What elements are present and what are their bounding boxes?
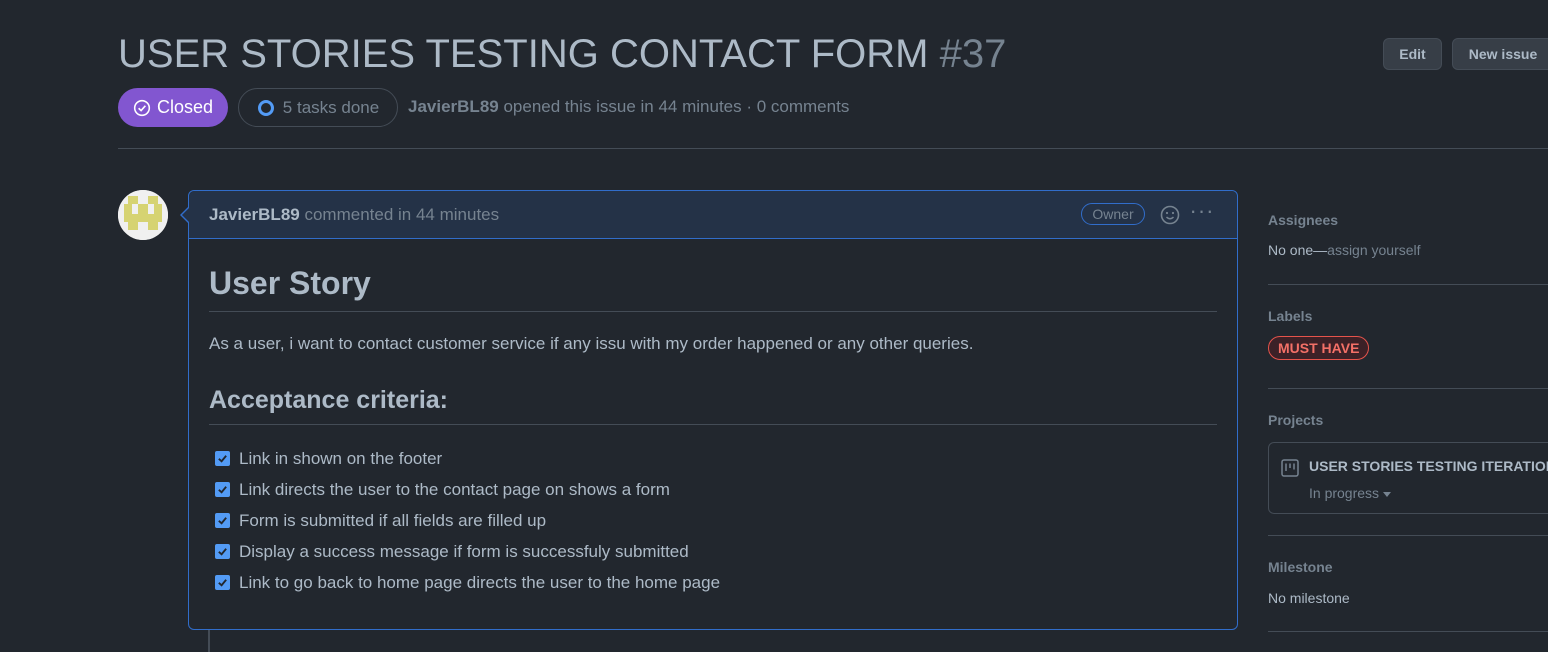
labels-title[interactable]: Labels bbox=[1268, 308, 1548, 324]
caret-down-icon bbox=[1383, 491, 1392, 497]
task-item: Link to go back to home page directs the… bbox=[209, 567, 1217, 598]
assign-yourself-link[interactable]: assign yourself bbox=[1327, 242, 1420, 258]
criteria-heading: Acceptance criteria: bbox=[209, 384, 1217, 425]
project-status: In progress bbox=[1309, 485, 1380, 501]
assignees-value: No one—assign yourself bbox=[1268, 242, 1548, 258]
smiley-icon[interactable] bbox=[1159, 204, 1181, 226]
check-icon bbox=[218, 548, 227, 556]
labels-section: Labels MUST HAVE bbox=[1268, 308, 1548, 360]
state-badge: Closed bbox=[118, 88, 228, 127]
identicon-icon bbox=[118, 190, 168, 240]
assignees-none: No one— bbox=[1268, 242, 1328, 258]
project-card[interactable]: USER STORIES TESTING ITERATION In progre… bbox=[1268, 442, 1548, 514]
owner-badge: Owner bbox=[1081, 203, 1145, 225]
comment-author-link[interactable]: JavierBL89 bbox=[209, 205, 300, 224]
comment-box: JavierBL89 commented in 44 minutes Owner… bbox=[188, 190, 1238, 630]
project-status-dropdown[interactable]: In progress bbox=[1309, 485, 1392, 501]
task-label: Display a success message if form is suc… bbox=[239, 541, 689, 561]
task-checkbox[interactable] bbox=[215, 575, 230, 590]
timeline-line bbox=[208, 630, 210, 652]
task-label: Link to go back to home page directs the… bbox=[239, 572, 721, 592]
comment-header: JavierBL89 commented in 44 minutes Owner… bbox=[189, 191, 1237, 239]
state-label: Closed bbox=[156, 97, 214, 117]
avatar[interactable] bbox=[118, 190, 168, 240]
issue-number: #37 bbox=[939, 32, 1007, 76]
sidebar-divider bbox=[1268, 284, 1548, 285]
issue-page: USER STORIES TESTING CONTACT FORM #37 Ed… bbox=[0, 0, 1548, 652]
issue-meta-text: opened this issue in 44 minutes · 0 comm… bbox=[503, 97, 850, 116]
issue-meta: JavierBL89 opened this issue in 44 minut… bbox=[408, 97, 849, 117]
labels-list: MUST HAVE bbox=[1268, 336, 1548, 360]
comment-meta-text: commented in 44 minutes bbox=[304, 205, 500, 224]
closed-check-icon bbox=[133, 99, 151, 116]
task-item: Link in shown on the footer bbox=[209, 443, 1217, 474]
task-item: Form is submitted if all fields are fill… bbox=[209, 505, 1217, 536]
task-checkbox[interactable] bbox=[215, 544, 230, 559]
task-checkbox[interactable] bbox=[215, 482, 230, 497]
task-item: Link directs the user to the contact pag… bbox=[209, 474, 1217, 505]
milestone-value: No milestone bbox=[1268, 590, 1350, 606]
task-label: Link in shown on the footer bbox=[239, 448, 443, 468]
task-checkbox[interactable] bbox=[215, 513, 230, 528]
comment-body: User Story As a user, i want to contact … bbox=[209, 239, 1217, 598]
issue-title: USER STORIES TESTING CONTACT FORM #37 bbox=[118, 30, 1006, 78]
comment-arrow-fill bbox=[182, 208, 189, 222]
story-text: As a user, i want to contact customer se… bbox=[209, 334, 974, 353]
edit-button[interactable]: Edit bbox=[1383, 38, 1442, 70]
tasks-label: 5 tasks done bbox=[282, 97, 380, 117]
progress-ring-icon bbox=[257, 99, 274, 116]
task-list: Link in shown on the footer Link directs… bbox=[209, 443, 1217, 598]
label-must-have[interactable]: MUST HAVE bbox=[1268, 336, 1370, 360]
assignees-title[interactable]: Assignees bbox=[1268, 212, 1548, 228]
check-icon bbox=[218, 517, 227, 525]
milestone-section: Milestone No milestone bbox=[1268, 559, 1548, 606]
check-icon bbox=[218, 579, 227, 587]
task-label: Link directs the user to the contact pag… bbox=[239, 479, 670, 499]
header-divider bbox=[118, 148, 1548, 149]
sidebar-divider bbox=[1268, 388, 1548, 389]
sidebar-divider bbox=[1268, 631, 1548, 632]
milestone-title[interactable]: Milestone bbox=[1268, 559, 1548, 575]
story-heading: User Story bbox=[209, 263, 1217, 312]
project-board-icon bbox=[1281, 459, 1299, 477]
project-name[interactable]: USER STORIES TESTING ITERATION bbox=[1309, 458, 1548, 474]
task-checkbox[interactable] bbox=[215, 451, 230, 466]
issue-author-link[interactable]: JavierBL89 bbox=[408, 97, 499, 116]
projects-title[interactable]: Projects bbox=[1268, 412, 1548, 428]
task-item: Display a success message if form is suc… bbox=[209, 536, 1217, 567]
tasks-badge: 5 tasks done bbox=[238, 88, 398, 127]
projects-section: Projects bbox=[1268, 412, 1548, 428]
more-options-icon[interactable]: ··· bbox=[1189, 200, 1215, 227]
issue-title-text: USER STORIES TESTING CONTACT FORM bbox=[118, 32, 929, 76]
task-label: Form is submitted if all fields are fill… bbox=[239, 510, 547, 530]
sidebar-divider bbox=[1268, 535, 1548, 536]
assignees-section: Assignees No one—assign yourself bbox=[1268, 212, 1548, 258]
comment-meta: JavierBL89 commented in 44 minutes bbox=[209, 205, 499, 225]
check-icon bbox=[218, 486, 227, 494]
check-icon bbox=[218, 455, 227, 463]
new-issue-button[interactable]: New issue bbox=[1452, 38, 1548, 70]
